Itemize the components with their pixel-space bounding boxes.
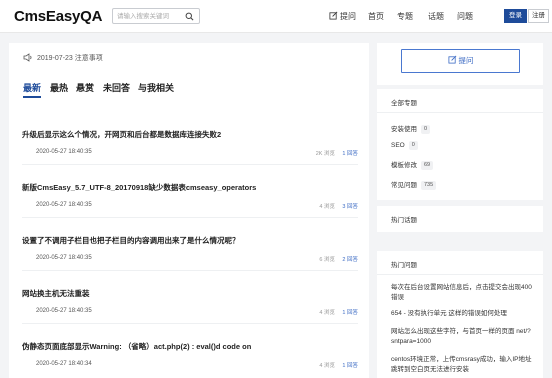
category-count-badge: 0: [408, 141, 418, 150]
edit-icon: [447, 55, 456, 64]
question-list-panel: 2019-07-23 注意事项 最新 最热 悬赏 未回答 与我相关 升级后显示这…: [9, 43, 369, 378]
categories-title: 全部专题: [391, 100, 417, 107]
nav-ask-label: 提问: [340, 12, 356, 21]
category-count-badge: 735: [421, 181, 437, 190]
hot-question-link[interactable]: 每次在后台设置网站信息后，点击提交会出现400错误: [391, 283, 533, 302]
question-date: 2020-05-27 18:40:35: [36, 255, 92, 261]
nav-topic-link[interactable]: 专题: [397, 11, 413, 22]
divider: [377, 274, 543, 275]
speaker-icon: [23, 53, 32, 62]
question-date: 2020-05-27 18:40:35: [36, 308, 92, 314]
question-title[interactable]: 新版CmsEasy_5.7_UTF-8_20170918缺少数据表cmseasy…: [22, 182, 256, 193]
hot-question-link[interactable]: 654 - 没有执行单元 这样的错误如何处理: [391, 309, 533, 319]
top-navbar: CmsEasyQA 提问 首页 专题 话题 问题 登录 注册: [0, 0, 552, 33]
categories-panel: 全部专题 安装使用 0 SEO 0 模板修改 69 常见问题 735: [377, 89, 543, 200]
category-item[interactable]: 安装使用 0: [391, 123, 431, 134]
nav-home-link[interactable]: 首页: [368, 11, 384, 22]
category-name: 常见问题: [391, 182, 417, 189]
divider: [22, 270, 358, 271]
sidebar-ask-panel: 提问: [377, 43, 543, 85]
login-button[interactable]: 登录: [504, 9, 527, 23]
divider: [22, 217, 358, 218]
sidebar-ask-label: 提问: [458, 56, 474, 65]
hot-question-link[interactable]: centos环境正常，上传cmsrasy成功，输入IP地址跳转到空白页无法进行安…: [391, 355, 533, 374]
category-name: 安装使用: [391, 126, 417, 133]
question-date: 2020-05-27 18:40:35: [36, 149, 92, 155]
question-answers[interactable]: 1 回答: [342, 361, 358, 369]
hot-question-link[interactable]: 网站怎么出现这些字符，与首页一样的页面 net/?sntpara=1000: [391, 327, 533, 346]
question-title[interactable]: 伪静态页面底部显示Warning: （省略）act.php(2) : eval(…: [22, 341, 251, 352]
category-item[interactable]: 模板修改 69: [391, 159, 434, 170]
question-views: 4 浏览: [319, 204, 335, 210]
site-logo[interactable]: CmsEasyQA: [14, 8, 102, 25]
question-answers[interactable]: 2 回答: [342, 255, 358, 263]
announcement[interactable]: 2019-07-23 注意事项: [23, 53, 103, 63]
divider: [22, 323, 358, 324]
question-views: 2K 浏览: [315, 151, 335, 157]
tab-latest[interactable]: 最新: [23, 81, 41, 94]
active-tab-indicator: [23, 96, 41, 98]
nav-ask-link[interactable]: 提问: [329, 11, 356, 22]
tab-related-to-me[interactable]: 与我相关: [138, 81, 174, 94]
search-box: [112, 8, 200, 24]
category-count-badge: 69: [421, 161, 434, 170]
question-date: 2020-05-27 18:40:34: [36, 361, 92, 367]
register-button[interactable]: 注册: [528, 9, 549, 23]
question-title[interactable]: 升级后显示这么个情况，开网页和后台都是数据库连接失败2: [22, 129, 221, 140]
question-title[interactable]: 设置了不调用子栏目也把子栏目的内容调用出来了是什么情况呢？: [22, 235, 240, 246]
tab-unanswered[interactable]: 未回答: [103, 81, 130, 94]
hot-topics-panel: 热门话题: [377, 206, 543, 232]
question-title[interactable]: 网站换主机无法重装: [22, 288, 90, 299]
question-answers[interactable]: 1 回答: [342, 308, 358, 316]
nav-questions-link[interactable]: 问题: [457, 11, 473, 22]
question-date: 2020-05-27 18:40:35: [36, 202, 92, 208]
category-item[interactable]: 常见问题 735: [391, 179, 437, 190]
category-count-badge: 0: [421, 125, 431, 134]
search-input[interactable]: [117, 10, 183, 22]
hot-questions-title: 热门问题: [391, 262, 417, 269]
question-answers[interactable]: 1 回答: [342, 149, 358, 157]
search-icon[interactable]: [185, 12, 194, 21]
question-views: 4 浏览: [319, 363, 335, 369]
hot-questions-panel: 热门问题 每次在后台设置网站信息后，点击提交会出现400错误 654 - 没有执…: [377, 251, 543, 378]
tab-hot[interactable]: 最热: [50, 81, 68, 94]
category-name: SEO: [391, 142, 405, 149]
tab-reward[interactable]: 悬赏: [76, 81, 94, 94]
divider: [22, 164, 358, 165]
category-name: 模板修改: [391, 162, 417, 169]
sidebar-ask-button[interactable]: 提问: [401, 49, 520, 73]
divider: [377, 112, 543, 113]
hot-topics-title: 热门话题: [391, 217, 417, 224]
question-answers[interactable]: 3 回答: [342, 202, 358, 210]
nav-tags-link[interactable]: 话题: [428, 11, 444, 22]
edit-icon: [329, 11, 338, 20]
question-views: 6 浏览: [319, 257, 335, 263]
question-views: 4 浏览: [319, 310, 335, 316]
announcement-text: 2019-07-23 注意事项: [37, 55, 103, 62]
category-item[interactable]: SEO 0: [391, 141, 418, 150]
